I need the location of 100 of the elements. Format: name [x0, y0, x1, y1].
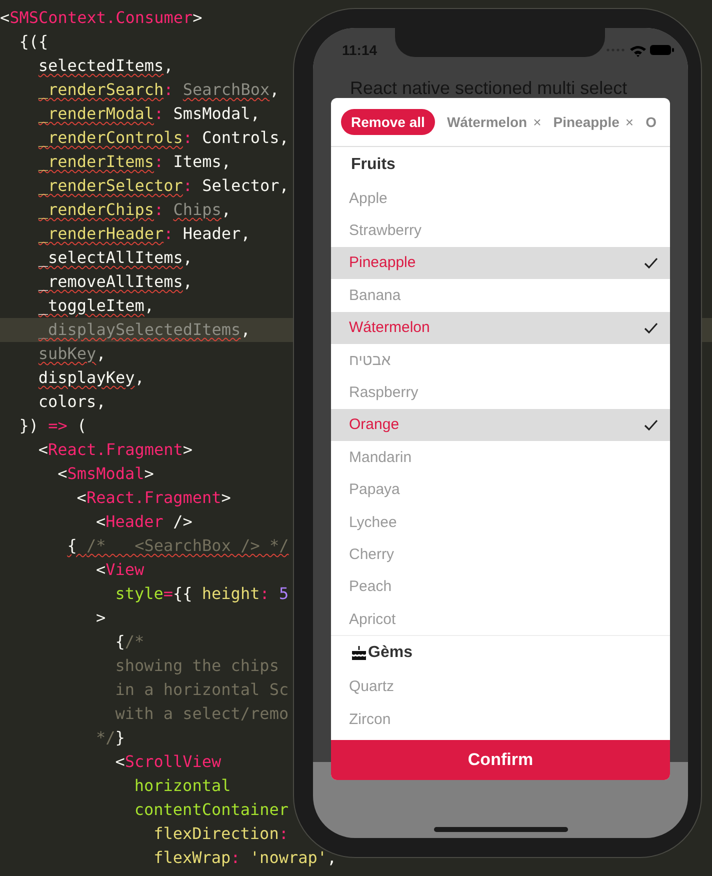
code-token: , [240, 319, 250, 341]
code-token: < [58, 463, 68, 485]
list-item[interactable]: Apple [331, 182, 670, 214]
code-token: _renderModal [38, 103, 154, 125]
code-token: < [38, 439, 48, 461]
code-token: selectedItems [38, 55, 164, 77]
code-token: , [182, 247, 193, 269]
code-token: , [96, 343, 106, 365]
code-token: _removeAllItems [38, 271, 183, 293]
code-token: _selectAllItems [38, 247, 183, 269]
code-token: { [67, 535, 78, 557]
code-token: style [115, 583, 164, 605]
check-icon [644, 418, 658, 431]
code-token: _displaySelectedItems [38, 319, 241, 341]
code-token: SmsModal, [173, 103, 260, 125]
code-token: > [144, 463, 154, 485]
code-token: height [202, 583, 260, 605]
code-token: displayKey [38, 367, 135, 389]
code-token: { [115, 631, 125, 653]
code-token: Selector, [202, 175, 289, 197]
code-token: : [164, 223, 174, 245]
code-token: _renderControls [38, 127, 183, 149]
code-token: , [326, 847, 337, 869]
list-item[interactable]: Peach [331, 570, 670, 604]
confirm-button[interactable]: Confirm [331, 740, 670, 780]
remove-chip-button[interactable]: × [533, 114, 542, 130]
code-token: : [260, 583, 270, 605]
list-item[interactable]: Zircon [331, 702, 670, 736]
check-icon [644, 322, 658, 334]
code-token: /> [172, 511, 192, 533]
code-token: ScrollView [124, 751, 222, 773]
code-token: < [96, 511, 106, 533]
code-token: colors, [38, 391, 106, 413]
code-token: _toggleItem [38, 295, 144, 317]
code-token: showing the chips [115, 655, 279, 677]
code-token: < [96, 559, 106, 581]
code-token: : [278, 823, 288, 845]
code-token: SearchBox [182, 79, 270, 101]
list-item[interactable]: Pineapple [331, 246, 670, 280]
code-token: , [164, 55, 174, 77]
code-token: : [154, 199, 165, 221]
list-item[interactable]: Quartz [331, 670, 670, 703]
list-item[interactable]: Apricot [331, 603, 670, 636]
code-token: : [164, 79, 174, 101]
list-item[interactable]: Lychee [331, 506, 670, 538]
code-token: Header, [182, 223, 250, 245]
section-header: Gèms [368, 644, 412, 662]
code-token: , [221, 199, 232, 221]
code-token: = [163, 583, 173, 605]
code-token: SmsModal [67, 463, 144, 485]
code-token: SMSContext.Consumer [10, 7, 193, 29]
code-token: : [182, 127, 194, 149]
list-item[interactable]: Mandarin [331, 441, 670, 474]
code-token: => [48, 415, 68, 437]
code-token: } [115, 727, 125, 749]
code-token: contentContainer [134, 799, 289, 821]
code-token: , [182, 271, 193, 293]
code-token: _renderSelector [38, 175, 183, 197]
list-item[interactable]: Cherry [331, 538, 670, 571]
remove-chip-button[interactable]: × [625, 114, 634, 130]
code-token: : [154, 103, 165, 125]
list-item[interactable]: Papaya [331, 474, 670, 506]
battery-icon [650, 45, 674, 55]
list-item[interactable]: Banana [331, 279, 670, 312]
list-item[interactable]: Raspberry [331, 376, 670, 409]
code-token: subKey [38, 343, 96, 365]
code-token: _renderItems [38, 151, 154, 173]
chip-label[interactable]: Wátermelon [446, 114, 528, 130]
chip-label[interactable]: O [646, 114, 656, 130]
code-token: View [106, 559, 144, 581]
check-icon [644, 256, 658, 269]
list-item[interactable]: Orange [331, 408, 670, 442]
code-token: > [182, 439, 193, 461]
code-token: */ [96, 727, 116, 749]
code-token: Items, [173, 151, 232, 173]
code-token: , [144, 295, 154, 317]
code-token: , [270, 79, 280, 101]
code-token: {{ [173, 583, 194, 605]
list-item[interactable]: Wátermelon [331, 312, 670, 344]
list-item[interactable]: אבטיח [331, 344, 670, 376]
code-token: /* <SearchBox /> */ [86, 535, 289, 557]
code-token: < [76, 487, 86, 509]
code-token: }) [19, 415, 40, 437]
code-token: flexDirection [154, 823, 279, 845]
section-header: Fruits [351, 156, 396, 174]
code-token: flexWrap [154, 847, 231, 869]
code-token: 5 [278, 583, 289, 605]
code-token: , [134, 367, 144, 389]
code-token: > [96, 607, 106, 629]
list-item[interactable]: Strawberry [331, 214, 670, 247]
code-token: : [230, 847, 242, 869]
code-token: horizontal [134, 775, 231, 797]
code-token: React.Fragment [86, 487, 222, 509]
remove-all-button[interactable]: Remove all [341, 109, 435, 135]
code-token: > [221, 487, 231, 509]
code-token: < [115, 751, 125, 773]
code-token: React.Fragment [48, 439, 183, 461]
code-token: Chips [173, 199, 222, 221]
chip-label[interactable]: Pineapple [553, 114, 620, 130]
code-token: _renderChips [38, 199, 154, 221]
